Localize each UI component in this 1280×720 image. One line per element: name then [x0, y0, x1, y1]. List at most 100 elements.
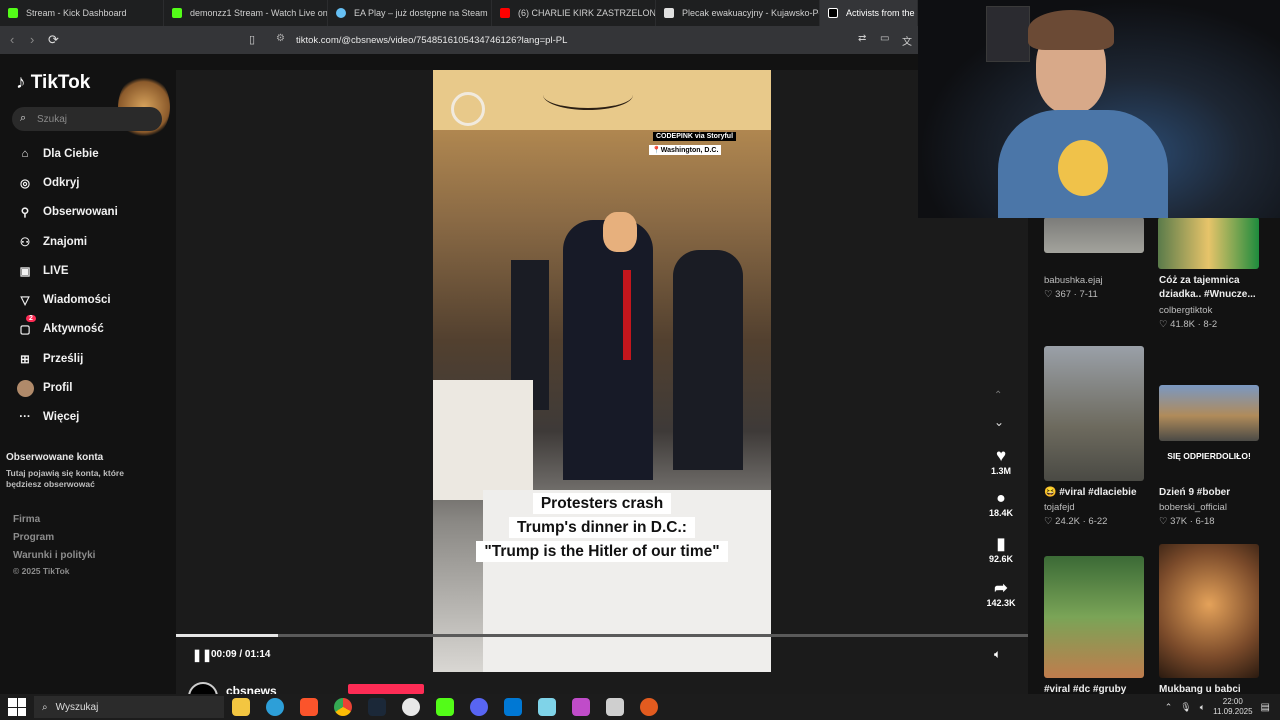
- edge-icon[interactable]: [266, 698, 284, 716]
- address-bar[interactable]: ⚙ tiktok.com/@cbsnews/video/754851610543…: [264, 30, 914, 50]
- shirt-print: [1058, 140, 1108, 196]
- browser-tab[interactable]: (6) CHARLIE KIRK ZASTRZELONY NA: [492, 0, 656, 26]
- recommended-title[interactable]: Mukbang u babci: [1159, 683, 1264, 694]
- search-input[interactable]: ⌕ Szukaj: [12, 107, 162, 131]
- like-button[interactable]: ♥ 1.3M: [986, 446, 1016, 476]
- notifications-icon[interactable]: ▤: [1261, 702, 1270, 713]
- cast-icon[interactable]: ▭: [880, 33, 889, 44]
- discord-icon[interactable]: [470, 698, 488, 716]
- windows-start-icon[interactable]: [8, 698, 26, 716]
- steam-icon: [336, 8, 346, 18]
- upload-icon: ⊞: [20, 354, 30, 366]
- sidebar-item-dla-ciebie[interactable]: ⌂ Dla Ciebie: [16, 144, 99, 164]
- back-icon[interactable]: ‹: [10, 32, 14, 47]
- footer-link-program[interactable]: Program: [13, 532, 54, 543]
- speaker-icon[interactable]: 🔈︎: [1200, 702, 1205, 713]
- sidebar-item-live[interactable]: ▣ LIVE: [16, 261, 69, 281]
- follow-button[interactable]: [348, 684, 424, 694]
- recommended-thumbnail[interactable]: [1044, 346, 1144, 481]
- video-frame[interactable]: CODEPINK via Storyful 📍Washington, D.C. …: [433, 70, 771, 672]
- recommended-user[interactable]: babushka.ejaj: [1044, 275, 1103, 286]
- browser-tab[interactable]: Stream - Kick Dashboard: [0, 0, 164, 26]
- clock[interactable]: 22:00 11.09.2025: [1213, 697, 1252, 717]
- save-button[interactable]: ▮ 92.6K: [986, 534, 1016, 564]
- sidebar-item-wiecej[interactable]: ··· Więcej: [16, 407, 79, 427]
- sidebar-item-odkryj[interactable]: ◎ Odkryj: [16, 173, 79, 193]
- recommended-user[interactable]: colbergtiktok: [1159, 305, 1212, 316]
- forward-icon[interactable]: ›: [30, 32, 34, 47]
- browser-toolbar: ‹ › ⟳ ▯ ⚙ tiktok.com/@cbsnews/video/7548…: [0, 26, 918, 54]
- author-avatar[interactable]: [188, 682, 218, 694]
- sidebar-item-przeslij[interactable]: ⊞ Prześlij: [16, 349, 83, 369]
- recommended-title[interactable]: #viral #dc #gruby: [1044, 683, 1149, 694]
- language-icon[interactable]: 文: [902, 33, 912, 48]
- browser-tab[interactable]: Plecak ewakuacyjny - Kujawsko-Pom: [656, 0, 820, 26]
- app-icon[interactable]: [606, 698, 624, 716]
- app-icon[interactable]: [504, 698, 522, 716]
- translate-icon[interactable]: ⇄: [858, 33, 866, 44]
- recommended-title[interactable]: Cóż za tajemnica dziadka.. #Wnucze...: [1159, 274, 1264, 302]
- reload-icon[interactable]: ⟳: [48, 32, 59, 48]
- video-progress-bar[interactable]: [176, 634, 1028, 637]
- kick-icon[interactable]: [436, 698, 454, 716]
- microphone-icon[interactable]: 🎙︎: [1180, 702, 1191, 713]
- watermark-location: 📍Washington, D.C.: [649, 145, 722, 155]
- recommended-thumbnail[interactable]: [1044, 217, 1144, 253]
- video-caption-line: Trump's dinner in D.C.:: [433, 516, 771, 540]
- following-icon: ⚲: [20, 207, 30, 219]
- volume-icon[interactable]: 🔈︎: [994, 647, 1001, 662]
- avatar: [16, 379, 34, 397]
- pause-icon[interactable]: ❚❚: [192, 648, 212, 662]
- recommended-thumbnail[interactable]: [1159, 544, 1259, 678]
- sidebar-item-wiadomosci[interactable]: ▽ Wiadomości: [16, 290, 111, 310]
- heart-icon: ♥: [995, 446, 1007, 465]
- recommended-stats: ♡ 41.8K · 8-2: [1159, 319, 1218, 330]
- footer-link-warunki[interactable]: Warunki i polityki: [13, 550, 95, 561]
- recommended-title[interactable]: 😆 #viral #dlaciebie: [1044, 486, 1149, 500]
- progress-fill: [176, 634, 279, 637]
- prev-video-icon[interactable]: ⌃: [994, 390, 1002, 401]
- recommended-thumbnail[interactable]: [1158, 217, 1259, 269]
- recommended-user[interactable]: tojafejd: [1044, 502, 1075, 513]
- recommended-thumbnail[interactable]: [1159, 385, 1259, 441]
- browser-tab[interactable]: demonzz1 Stream - Watch Live on Ki: [164, 0, 328, 26]
- activity-icon: ▢ 2: [16, 315, 36, 338]
- obs-icon[interactable]: [402, 698, 420, 716]
- video-player[interactable]: CODEPINK via Storyful 📍Washington, D.C. …: [176, 70, 1028, 694]
- app-icon[interactable]: [640, 698, 658, 716]
- tiktok-logo[interactable]: ♪ TikTok: [16, 72, 90, 94]
- recommended-user[interactable]: boberski_official: [1159, 502, 1227, 513]
- file-explorer-icon[interactable]: [232, 698, 250, 716]
- notepad-icon[interactable]: [538, 698, 556, 716]
- kick-icon: [172, 8, 182, 18]
- sidebar-item-profil[interactable]: Profil: [16, 378, 72, 398]
- sidebar-item-znajomi[interactable]: ⚇ Znajomi: [16, 232, 87, 252]
- person-center-head: [603, 212, 637, 252]
- sidebar-item-obserwowani[interactable]: ⚲ Obserwowani: [16, 202, 118, 222]
- bookmark-icon[interactable]: ▯: [249, 33, 255, 46]
- messages-icon: ▽: [20, 295, 30, 307]
- person-right: [673, 250, 743, 470]
- chrome-icon[interactable]: [334, 698, 352, 716]
- recommended-title[interactable]: Dzień 9 #bober: [1159, 486, 1264, 500]
- site-settings-icon[interactable]: ⚙: [276, 33, 285, 44]
- next-video-icon[interactable]: ⌄: [994, 415, 1004, 429]
- tray-chevron-icon[interactable]: ⌃: [1165, 702, 1173, 713]
- copyright: © 2025 TikTok: [13, 566, 70, 576]
- steam-icon[interactable]: [368, 698, 386, 716]
- recommended-thumbnail[interactable]: [1044, 556, 1144, 678]
- page-icon: [664, 8, 674, 18]
- search-icon: ⌕: [20, 112, 27, 124]
- app-icon[interactable]: [572, 698, 590, 716]
- comment-button[interactable]: ● 18.4K: [986, 490, 1016, 518]
- browser-tab-strip: Stream - Kick Dashboard demonzz1 Stream …: [0, 0, 918, 26]
- share-button[interactable]: ➦ 142.3K: [986, 578, 1016, 608]
- sidebar-item-aktywnosc[interactable]: ▢ 2 Aktywność: [16, 315, 104, 339]
- browser-tab[interactable]: EA Play – już dostępne na Steam: [328, 0, 492, 26]
- taskbar-search[interactable]: ⌕ Wyszukaj: [34, 696, 224, 718]
- brave-icon[interactable]: [300, 698, 318, 716]
- author-name[interactable]: cbsnews: [226, 684, 277, 694]
- footer-link-firma[interactable]: Firma: [13, 514, 40, 525]
- browser-tab-active[interactable]: Activists from the: [820, 0, 918, 26]
- wall-picture: [986, 6, 1030, 62]
